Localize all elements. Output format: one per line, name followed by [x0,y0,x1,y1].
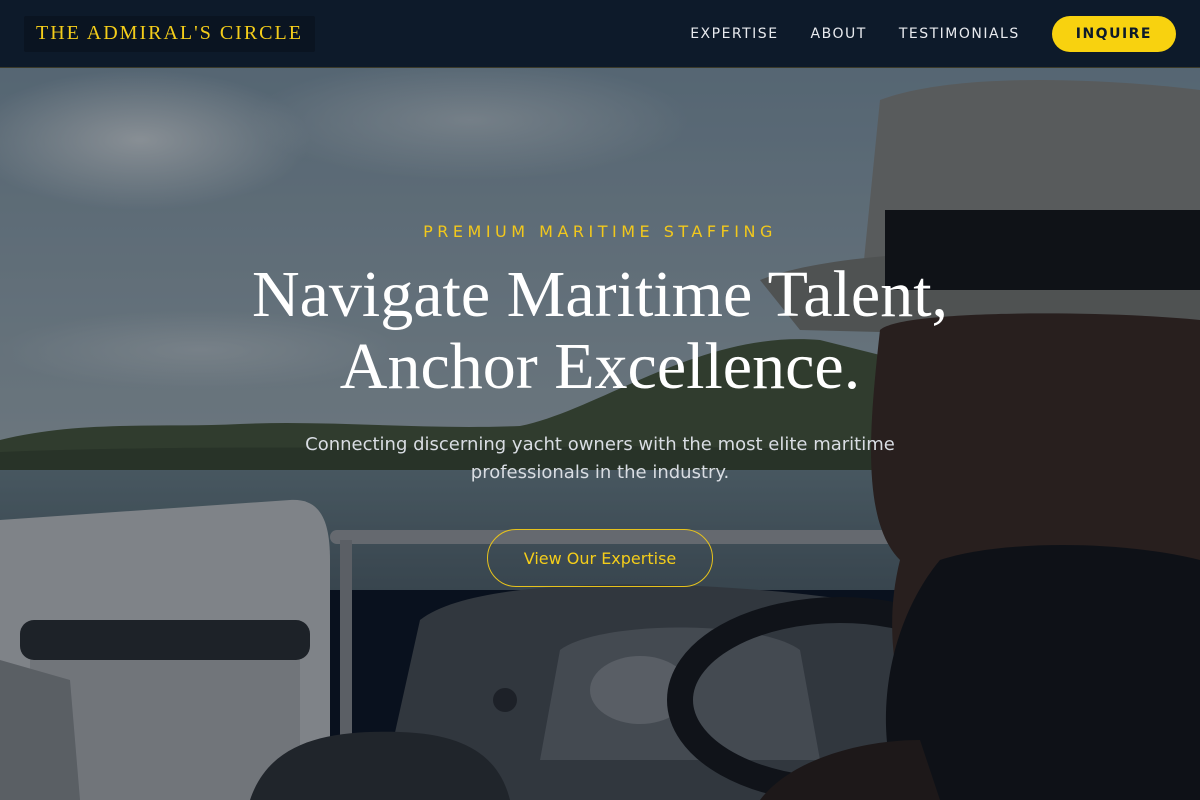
nav-link-testimonials[interactable]: TESTIMONIALS [899,26,1020,42]
brand-logo[interactable]: THE ADMIRAL'S CIRCLE [24,15,315,52]
top-navbar: THE ADMIRAL'S CIRCLE EXPERTISE ABOUT TES… [0,0,1200,68]
view-expertise-button[interactable]: View Our Expertise [487,529,713,587]
brand-logo-text: THE ADMIRAL'S CIRCLE [36,22,303,44]
hero-eyebrow: PREMIUM MARITIME STAFFING [423,222,777,241]
nav-link-about[interactable]: ABOUT [811,26,867,42]
landing-page: THE ADMIRAL'S CIRCLE EXPERTISE ABOUT TES… [0,0,1200,800]
inquire-button[interactable]: INQUIRE [1051,15,1176,52]
hero-section: PREMIUM MARITIME STAFFING Navigate Marit… [0,68,1200,800]
hero-headline: Navigate Maritime Talent, Anchor Excelle… [150,259,1050,403]
main-nav: EXPERTISE ABOUT TESTIMONIALS INQUIRE [690,15,1176,52]
hero-headline-line-1: Navigate Maritime Talent, [251,258,949,331]
hero-headline-line-2: Anchor Excellence. [339,330,861,403]
hero-subtext: Connecting discerning yacht owners with … [305,434,895,483]
nav-link-expertise[interactable]: EXPERTISE [690,26,778,42]
